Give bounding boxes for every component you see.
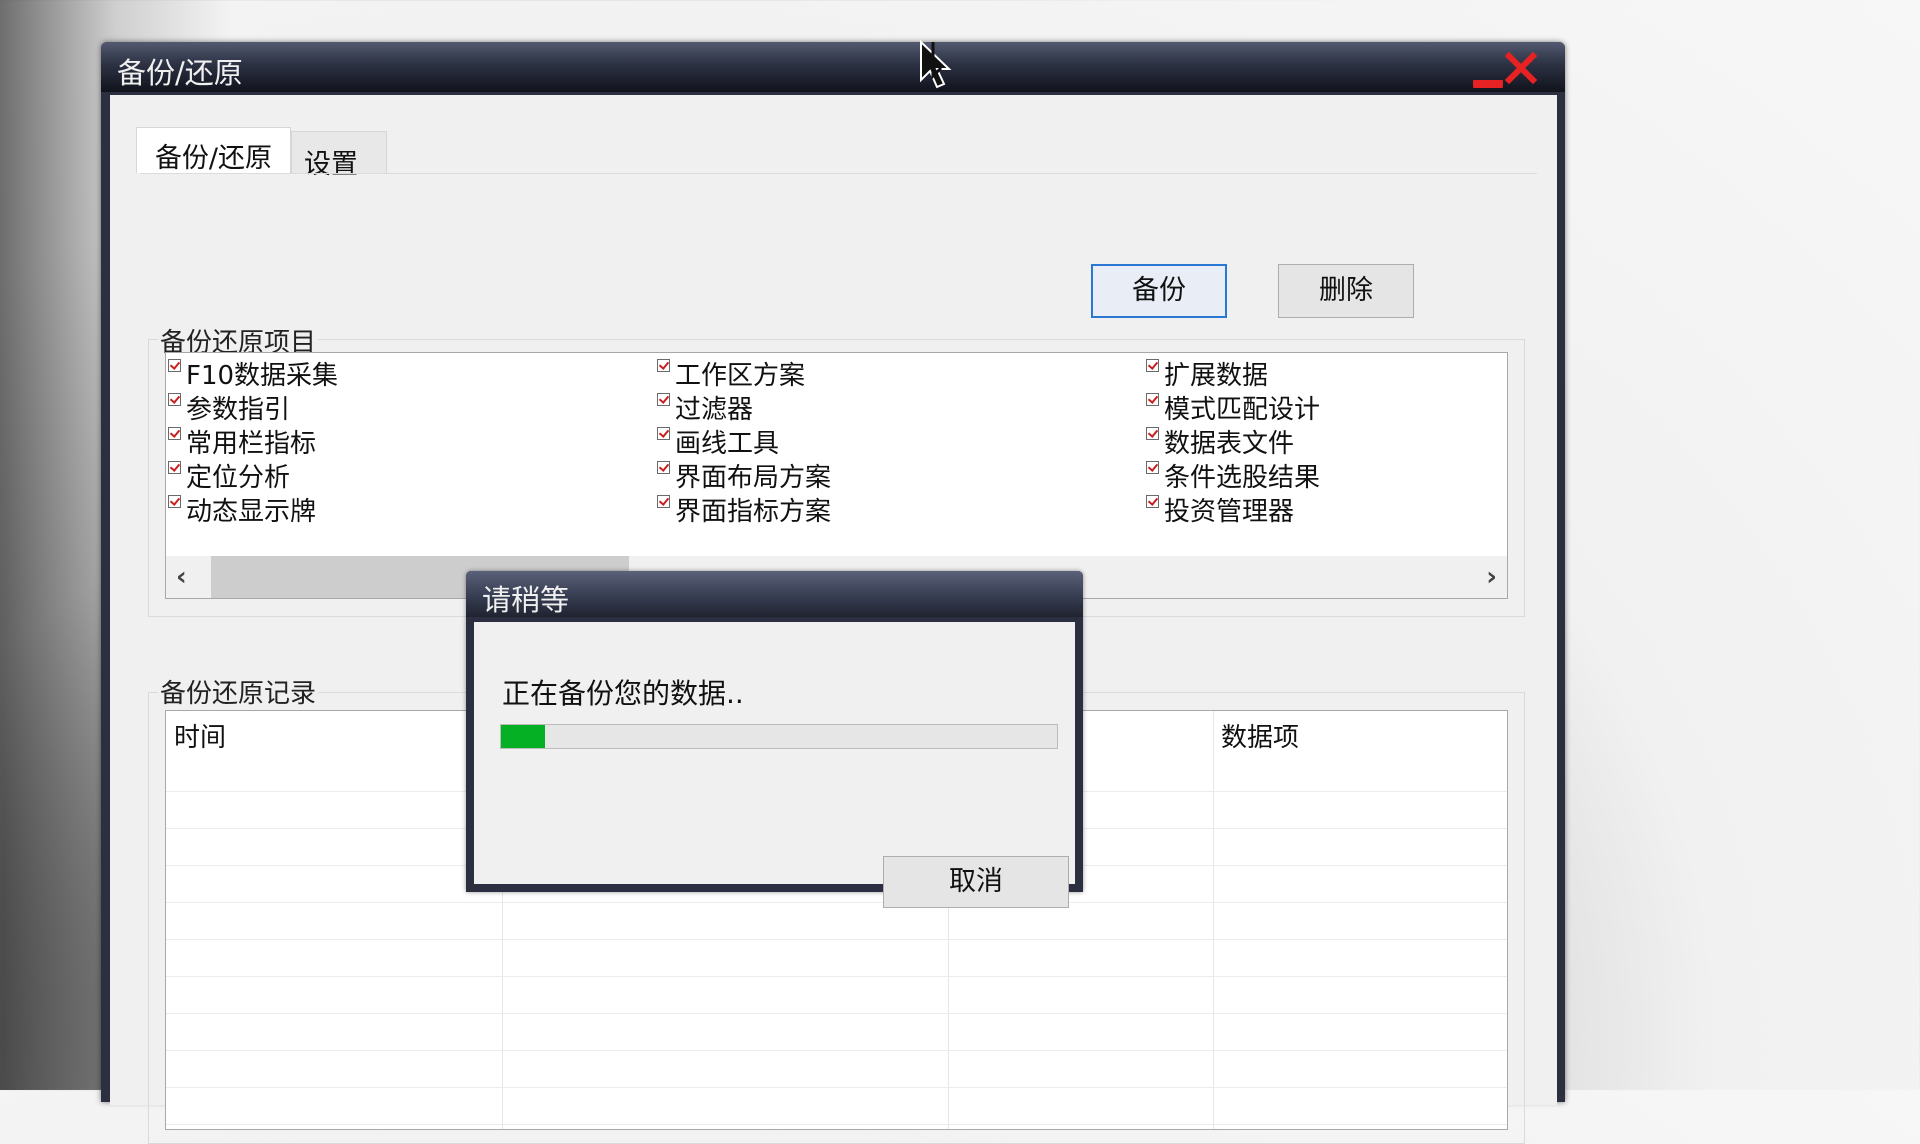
records-group-label: 备份还原记录 [158, 673, 319, 710]
close-icon[interactable] [1503, 50, 1539, 86]
row-divider [166, 1087, 1507, 1088]
checkbox[interactable] [657, 461, 670, 474]
row-divider [166, 902, 1507, 903]
row-divider [166, 1050, 1507, 1051]
row-divider [166, 939, 1507, 940]
checkbox[interactable] [168, 461, 181, 474]
checkbox[interactable] [657, 495, 670, 508]
list-item[interactable]: 画线工具 [655, 423, 831, 459]
progress-bar [500, 724, 1058, 749]
checkbox[interactable] [168, 393, 181, 406]
dialog-message: 正在备份您的数据.. [502, 677, 744, 710]
items-column-1: F10数据采集 参数指引 常用栏指标 定位分析 动态显示牌 [166, 355, 338, 527]
dialog-client: 正在备份您的数据.. 取消 [474, 622, 1075, 908]
checkbox[interactable] [168, 359, 181, 372]
list-item[interactable]: 常用栏指标 [166, 423, 338, 459]
list-item[interactable]: 动态显示牌 [166, 491, 338, 527]
checkbox[interactable] [657, 393, 670, 406]
checkbox[interactable] [657, 359, 670, 372]
window-title: 备份/还原 [117, 56, 243, 90]
items-column-3: 扩展数据 模式匹配设计 数据表文件 条件选股结果 投资管理器 [1144, 355, 1320, 527]
mouse-cursor-icon [920, 40, 952, 89]
window-titlebar[interactable]: 备份/还原 [101, 42, 1565, 92]
tab-divider [140, 173, 1537, 174]
list-item[interactable]: 定位分析 [166, 457, 338, 493]
dialog-title: 请稍等 [482, 583, 570, 617]
list-item[interactable]: 参数指引 [166, 389, 338, 425]
cancel-button[interactable]: 取消 [883, 856, 1069, 908]
column-header-data-items[interactable]: 数据项 [1213, 711, 1307, 760]
delete-button[interactable]: 删除 [1278, 264, 1414, 318]
list-item[interactable]: 界面布局方案 [655, 457, 831, 493]
list-item[interactable]: F10数据采集 [166, 355, 338, 391]
wait-dialog: 请稍等 正在备份您的数据.. 取消 [466, 571, 1083, 908]
checkbox[interactable] [1146, 393, 1159, 406]
list-item[interactable]: 工作区方案 [655, 355, 831, 391]
tab-settings[interactable]: 设置 [291, 131, 387, 180]
checkbox[interactable] [1146, 495, 1159, 508]
list-item[interactable]: 过滤器 [655, 389, 831, 425]
backup-button[interactable]: 备份 [1091, 264, 1227, 318]
list-item[interactable]: 界面指标方案 [655, 491, 831, 527]
tab-backup-restore[interactable]: 备份/还原 [136, 127, 291, 174]
dialog-titlebar[interactable]: 请稍等 [466, 571, 1083, 617]
items-column-2: 工作区方案 过滤器 画线工具 界面布局方案 界面指标方案 [655, 355, 831, 527]
checkbox[interactable] [657, 427, 670, 440]
checkbox[interactable] [168, 427, 181, 440]
list-item[interactable]: 条件选股结果 [1144, 457, 1320, 493]
list-item[interactable]: 投资管理器 [1144, 491, 1320, 527]
row-divider [166, 1013, 1507, 1014]
list-item[interactable]: 数据表文件 [1144, 423, 1320, 459]
row-divider [166, 976, 1507, 977]
minimize-button[interactable] [1473, 80, 1503, 88]
checkbox[interactable] [168, 495, 181, 508]
checkbox[interactable] [1146, 427, 1159, 440]
list-item[interactable]: 扩展数据 [1144, 355, 1320, 391]
checkbox[interactable] [1146, 359, 1159, 372]
scroll-right-icon[interactable]: › [1486, 562, 1497, 592]
row-divider [166, 1124, 1507, 1125]
progress-fill [501, 725, 546, 748]
checkbox[interactable] [1146, 461, 1159, 474]
backup-items-list: F10数据采集 参数指引 常用栏指标 定位分析 动态显示牌 工作区方案 过滤器 … [165, 352, 1508, 599]
column-divider [1213, 711, 1214, 1129]
scroll-left-icon[interactable]: ‹ [176, 562, 187, 592]
list-item[interactable]: 模式匹配设计 [1144, 389, 1320, 425]
column-header-time[interactable]: 时间 [166, 711, 234, 760]
